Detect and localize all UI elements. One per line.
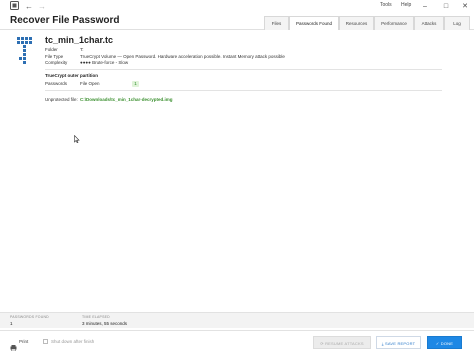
info-label-file-type: File Type	[45, 54, 64, 59]
tab-log[interactable]: Log	[444, 16, 470, 30]
password-value-badge[interactable]: 1	[132, 81, 139, 87]
info-label-folder: Folder	[45, 47, 58, 52]
truecrypt-file-icon	[17, 37, 34, 64]
unprotected-label: Unprotected file:	[45, 97, 78, 102]
info-value-file-type: TrueCrypt Volume — Open Password. Hardwa…	[80, 54, 285, 59]
tab-passwords-found[interactable]: Passwords Found	[289, 16, 339, 30]
tab-files[interactable]: Files	[264, 16, 289, 30]
tab-performance[interactable]: Performance	[374, 16, 414, 30]
title-bar: ← → Tools Help – □ ✕	[0, 0, 474, 13]
menu-help[interactable]: Help	[401, 2, 411, 8]
print-button[interactable]: Print	[19, 339, 28, 344]
info-value-complexity: ●●●● Brute-force - Slow	[80, 60, 129, 65]
app-logo-icon	[10, 1, 19, 13]
close-icon[interactable]: ✕	[460, 0, 470, 13]
tab-attacks[interactable]: Attacks	[414, 16, 444, 30]
passwords-found-value: 1	[10, 321, 13, 326]
partition-title: TrueCrypt outer partition	[45, 73, 99, 78]
resume-attacks-label: RESUME ATTACKS	[325, 341, 364, 346]
done-label: DONE	[440, 341, 454, 346]
back-arrow-icon[interactable]: ←	[25, 1, 33, 12]
passwords-found-label: PASSWORDS FOUND	[10, 315, 49, 319]
forward-arrow-icon[interactable]: →	[38, 1, 46, 12]
time-elapsed-value: 3 minutes, 55 seconds	[82, 321, 128, 326]
minimize-icon[interactable]: –	[420, 0, 430, 13]
tab-bar: Files Passwords Found Resources Performa…	[264, 16, 470, 30]
divider	[45, 90, 442, 91]
resume-attacks-button[interactable]: ⟳ RESUME ATTACKS	[313, 336, 371, 349]
save-report-label: SAVE REPORT	[384, 341, 416, 346]
tab-resources[interactable]: Resources	[339, 16, 374, 30]
menu-tools[interactable]: Tools	[380, 2, 392, 8]
shutdown-label: Shut down after finish	[51, 339, 95, 344]
unprotected-file-link[interactable]: C:\Downloads\tc_min_1char-decrypted.img	[80, 97, 173, 102]
time-elapsed-label: TIME ELAPSED	[82, 315, 110, 319]
divider	[45, 69, 442, 70]
password-label: Passwords	[45, 81, 68, 86]
save-report-button[interactable]: ⤓ SAVE REPORT	[376, 336, 421, 349]
page-title: Recover File Password	[10, 15, 120, 26]
info-value-folder: T:	[80, 47, 84, 52]
mouse-cursor-icon	[74, 130, 80, 144]
header: Recover File Password Files Passwords Fo…	[0, 13, 474, 30]
info-label-complexity: Complexity	[45, 60, 68, 65]
done-button[interactable]: ✓ DONE	[427, 336, 462, 349]
maximize-icon[interactable]: □	[441, 0, 451, 13]
shutdown-checkbox[interactable]	[43, 339, 48, 344]
printer-icon[interactable]	[10, 338, 17, 355]
file-name: tc_min_1char.tc	[45, 35, 114, 45]
stats-bar	[0, 312, 474, 328]
password-type: File Open	[80, 81, 100, 86]
